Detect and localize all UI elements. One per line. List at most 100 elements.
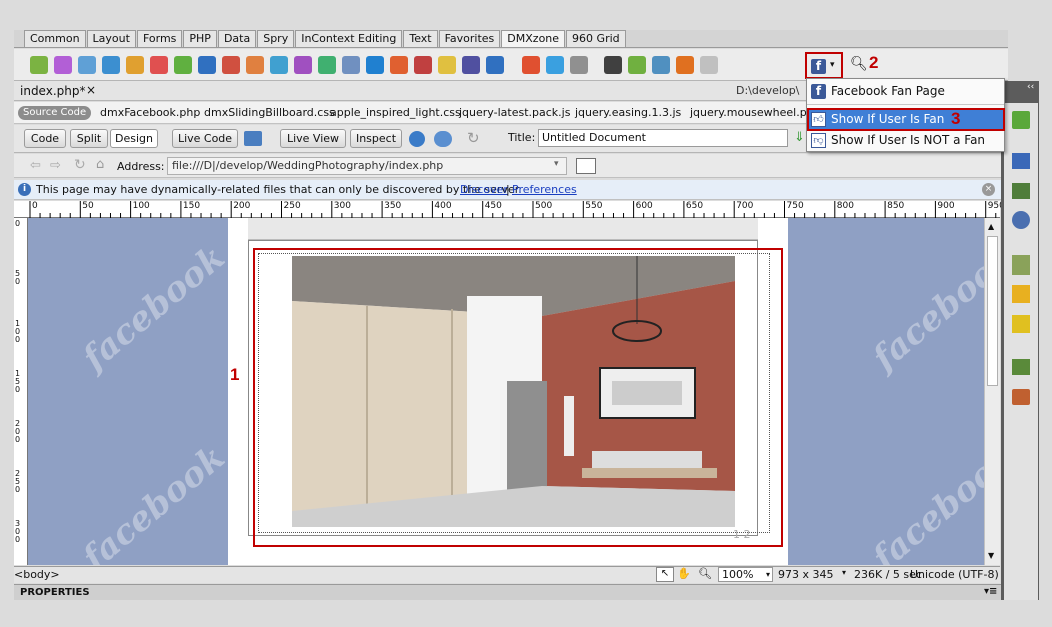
related-file[interactable]: apple_inspired_light.css <box>330 106 461 119</box>
tab-php[interactable]: PHP <box>183 30 217 47</box>
film-icon[interactable] <box>126 56 144 74</box>
assets-icon[interactable] <box>1012 285 1030 303</box>
refresh-icon[interactable]: ↻ <box>74 157 86 173</box>
layers-icon[interactable] <box>318 56 336 74</box>
network-icon[interactable] <box>102 56 120 74</box>
sitemap-icon[interactable] <box>1012 359 1030 375</box>
vertical-scrollbar[interactable]: ▲ ▼ <box>984 218 1000 565</box>
swap-icon[interactable] <box>676 56 694 74</box>
properties-panel-header[interactable]: PROPERTIES ▾≡ <box>14 584 1008 600</box>
document-icon[interactable] <box>700 56 718 74</box>
refresh-icon[interactable]: ↻ <box>467 129 480 147</box>
fullscreen-icon[interactable] <box>652 56 670 74</box>
title-input[interactable]: Untitled Document <box>538 129 788 147</box>
back-icon[interactable]: ⇦ <box>30 158 41 173</box>
tab-favorites[interactable]: Favorites <box>438 30 501 47</box>
close-icon[interactable]: × <box>86 83 96 97</box>
scroll-down-icon[interactable]: ▼ <box>988 551 994 560</box>
tab-common[interactable]: Common <box>24 30 86 47</box>
tab-spry[interactable]: Spry <box>257 30 295 47</box>
menu-item-show-if-not-fan[interactable]: 👎︎ Show If User Is NOT a Fan <box>809 131 1003 150</box>
hand-icon[interactable]: ✋ <box>677 567 691 580</box>
tab-data[interactable]: Data <box>217 30 257 47</box>
billboard-pager[interactable]: 1 2 <box>733 528 751 541</box>
tab-forms[interactable]: Forms <box>136 30 183 47</box>
discover-link[interactable]: Discover <box>460 183 508 196</box>
scroll-up-icon[interactable]: ▲ <box>988 222 994 231</box>
home-icon[interactable]: ⌂ <box>96 157 104 172</box>
zoom-select[interactable]: 100% ▾ <box>718 567 773 582</box>
bindings-icon[interactable] <box>1012 153 1030 169</box>
gear-icon[interactable] <box>30 56 48 74</box>
flask-icon[interactable] <box>1012 111 1030 129</box>
pointer-icon[interactable]: ↖ <box>656 567 674 582</box>
split-view-button[interactable]: Split <box>70 129 108 148</box>
video-icon[interactable] <box>462 56 480 74</box>
tab-layout[interactable]: Layout <box>86 30 136 47</box>
bubble-icon[interactable] <box>366 56 384 74</box>
menu-item-facebook-fan-page[interactable]: f Facebook Fan Page <box>809 82 1003 101</box>
widget-icon[interactable] <box>174 56 192 74</box>
snippets-icon[interactable] <box>1012 315 1030 333</box>
live-code-button[interactable]: Live Code <box>172 129 238 148</box>
scroll-thumb[interactable] <box>987 236 998 386</box>
gallery-icon[interactable] <box>198 56 216 74</box>
ruler-label: 700 <box>736 201 754 211</box>
visual-aids-icon[interactable] <box>434 131 452 147</box>
toolbox-icon[interactable] <box>1012 389 1030 405</box>
view-options-icon[interactable] <box>576 158 596 174</box>
flag-icon[interactable] <box>246 56 264 74</box>
close-icon[interactable]: × <box>982 183 995 196</box>
window-icon[interactable] <box>522 56 540 74</box>
related-file[interactable]: jquery.mousewheel.pac <box>690 106 819 119</box>
table-icon[interactable] <box>1012 183 1030 199</box>
tab-960-grid[interactable]: 960 Grid <box>566 30 626 47</box>
tag-selector-body[interactable]: <body> <box>14 568 60 581</box>
design-view-button[interactable]: Design <box>110 129 158 148</box>
grid-icon[interactable] <box>270 56 288 74</box>
code-view-button[interactable]: Code <box>24 129 66 148</box>
related-file[interactable]: jquery.easing.1.3.js <box>575 106 681 119</box>
related-file[interactable]: dmxSlidingBillboard.css <box>204 106 335 119</box>
facebook-button[interactable]: f ▾ <box>805 52 843 79</box>
files-icon[interactable] <box>1012 255 1030 275</box>
banner-icon[interactable] <box>414 56 432 74</box>
slideshow-icon[interactable] <box>222 56 240 74</box>
document-tab[interactable]: index.php* <box>20 84 85 98</box>
edit-icon[interactable] <box>342 56 360 74</box>
rss-icon[interactable] <box>390 56 408 74</box>
live-view-button[interactable]: Live View <box>280 129 346 148</box>
related-file[interactable]: jquery-latest.pack.js <box>459 106 570 119</box>
screen-icon[interactable] <box>486 56 504 74</box>
zoom-icon[interactable]: 🔍︎ <box>698 567 712 580</box>
address-input[interactable]: file:///D|/develop/WeddingPhotography/in… <box>167 157 567 175</box>
browser-check-icon[interactable] <box>244 131 262 146</box>
page-body[interactable]: 1 2 <box>228 218 788 565</box>
twitter-icon[interactable] <box>546 56 564 74</box>
menu-item-show-if-fan[interactable]: 👍︎ Show If User Is Fan <box>807 108 1005 131</box>
page-icon[interactable] <box>54 56 72 74</box>
inspect-button[interactable]: Inspect <box>350 129 402 148</box>
inspector-icon[interactable] <box>1012 211 1030 229</box>
forward-icon[interactable]: ⇨ <box>50 158 61 173</box>
search-icon[interactable]: 🔍︎ <box>850 56 868 72</box>
clapper-icon[interactable] <box>604 56 622 74</box>
bookmark-icon[interactable] <box>438 56 456 74</box>
panel-menu-icon[interactable]: ▾≡ <box>984 586 997 597</box>
tab-dmxzone[interactable]: DMXzone <box>501 30 566 47</box>
source-code-button[interactable]: Source Code <box>18 106 92 120</box>
form-icon[interactable] <box>294 56 312 74</box>
globe-icon[interactable] <box>409 131 425 147</box>
headphones-icon[interactable] <box>570 56 588 74</box>
image-icon[interactable] <box>150 56 168 74</box>
tab-text[interactable]: Text <box>403 30 438 47</box>
chart-icon[interactable] <box>628 56 646 74</box>
related-file[interactable]: dmxFacebook.php <box>100 106 200 119</box>
window-size[interactable]: 973 x 345 <box>778 568 834 581</box>
preferences-link[interactable]: Preferences <box>512 183 577 196</box>
tab-incontext-editing[interactable]: InContext Editing <box>295 30 403 47</box>
chevron-down-icon[interactable]: ▾ <box>554 159 559 169</box>
globe-icon[interactable] <box>78 56 96 74</box>
download-icon[interactable]: ⇓ <box>794 130 805 145</box>
collapse-icon[interactable]: ‹‹ <box>1027 82 1034 92</box>
